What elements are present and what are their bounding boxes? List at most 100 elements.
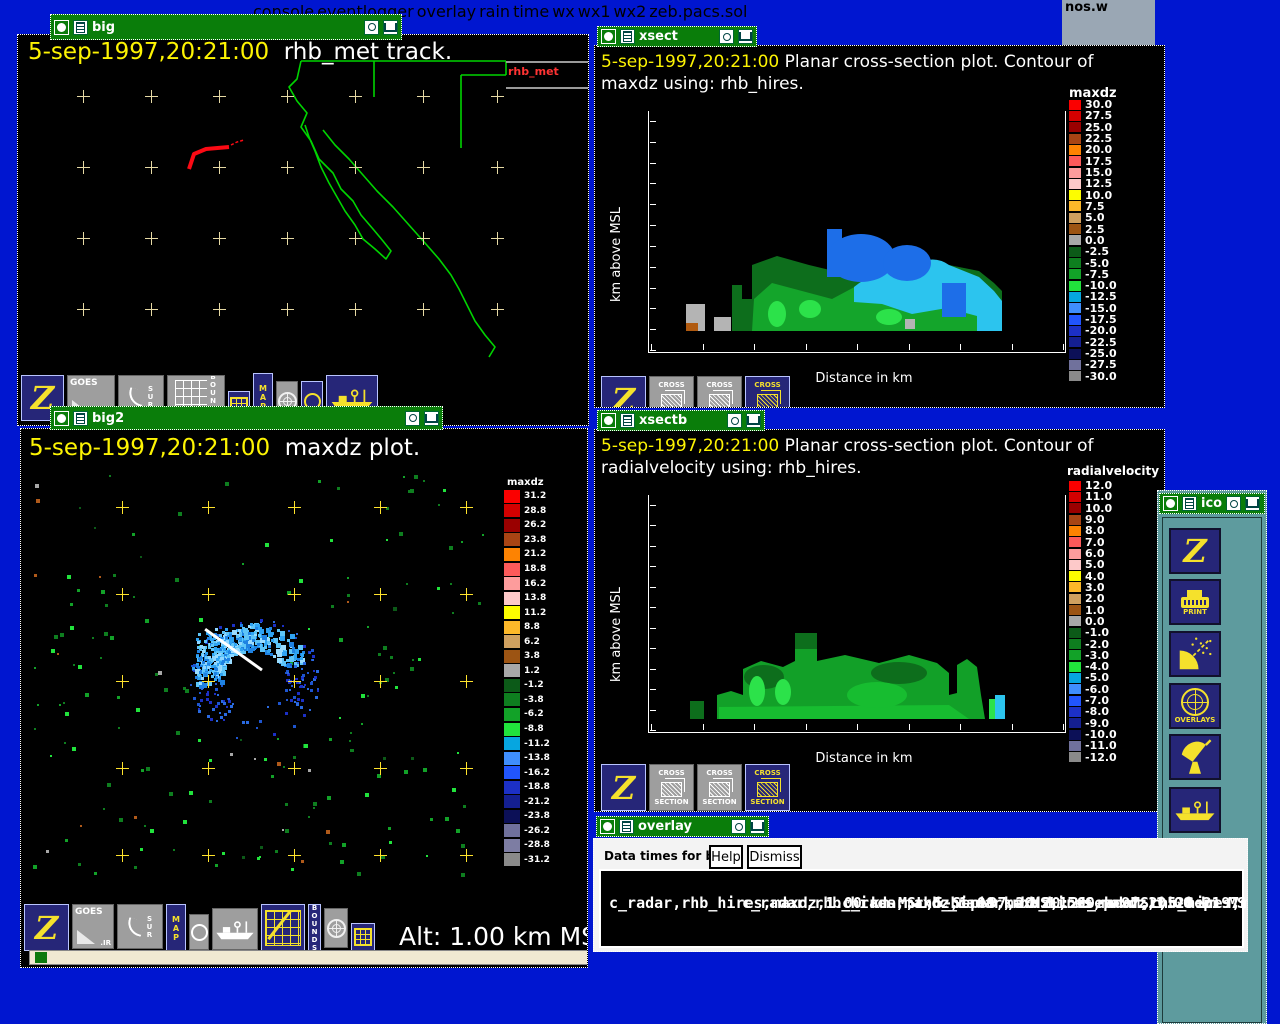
titlebar-xsectb[interactable]: xsectb: [597, 410, 765, 431]
colorbar-value: 31.2: [524, 491, 547, 502]
plot-title-line2: radialvelocity using: rhb_hires.: [601, 458, 862, 478]
cross-section-button-active[interactable]: CROSSSECTION: [745, 764, 790, 811]
iconify-button[interactable]: [1226, 496, 1242, 511]
colorbar-entry: 26.2: [504, 518, 550, 533]
taskbar-button[interactable]: wx2: [614, 2, 647, 21]
window-menu-button[interactable]: [54, 410, 69, 426]
window-title: big2: [92, 410, 125, 426]
colorbar-swatch: [1069, 627, 1081, 638]
window-menu-button[interactable]: [1163, 496, 1178, 511]
colorbar-swatch: [1069, 122, 1081, 133]
y-tick-label: [23, 760, 75, 776]
lat-axis: [26, 83, 72, 312]
overlays-button[interactable]: OVERLAYS: [1169, 683, 1221, 729]
time-scrollbar-thumb[interactable]: [35, 952, 47, 963]
colorbar-swatch: [504, 751, 520, 765]
colorbar-swatch: [1069, 291, 1081, 302]
map-button[interactable]: MAP: [166, 904, 186, 952]
table-row[interactable]: c_radar,rhb_hires,maxdz,1.00 km MSL,5-Se…: [601, 894, 1247, 913]
titlebar-big[interactable]: big: [50, 14, 402, 40]
map-label: MAP: [171, 914, 181, 942]
taskbar-button[interactable]: zeb.pacs.sol: [649, 2, 747, 21]
altitude-readout: Alt: 1.00 km MSL: [399, 922, 587, 951]
zeb-logo-icon: Z: [34, 908, 59, 947]
radar-dish-button[interactable]: [1169, 734, 1221, 780]
zeb-logo-button[interactable]: Z: [24, 904, 69, 951]
titlebar-xsect[interactable]: xsect: [597, 26, 757, 47]
cross-section-button-2[interactable]: CROSSSECTION: [697, 376, 742, 407]
titlebar-overlay[interactable]: overlay: [596, 816, 769, 837]
taskbar-button[interactable]: wx: [552, 2, 575, 21]
big2-toolbar: Z GOES .IR SUR MAP BOUNDS: [24, 904, 375, 952]
y-axis-title: km above MSL: [609, 586, 624, 682]
print-button[interactable]: PRINT: [1169, 579, 1221, 625]
help-button[interactable]: Help: [709, 845, 743, 869]
cross-section-button-active[interactable]: CROSSSECTION: [745, 376, 790, 407]
window-title: xsect: [639, 29, 678, 44]
iconify-button[interactable]: [405, 410, 420, 426]
zeb-logo-button[interactable]: Z: [601, 376, 646, 407]
colorbar-value: -8.8: [524, 724, 544, 735]
window-doc-button[interactable]: [73, 19, 88, 35]
iconify-button[interactable]: [731, 819, 746, 834]
lat-tick-label: [26, 83, 72, 99]
zoom-button[interactable]: [383, 19, 398, 35]
ship-button[interactable]: [212, 908, 258, 950]
zoom-button[interactable]: [738, 29, 753, 44]
colorbar-swatch: [504, 562, 520, 576]
window-big2: 5-sep-1997,20:21:00 maxdz plot. maxdz 31…: [20, 428, 588, 968]
zoom-button[interactable]: [424, 410, 439, 426]
iconify-button[interactable]: [727, 413, 742, 428]
window-doc-button[interactable]: [620, 29, 635, 44]
ship-button[interactable]: [1169, 787, 1221, 833]
surveillance-radar-button[interactable]: SUR: [117, 904, 163, 949]
dismiss-button[interactable]: Dismiss: [747, 845, 802, 869]
window-xsectb: 5-sep-1997,20:21:00 Planar cross-section…: [594, 429, 1165, 812]
window-menu-button[interactable]: [601, 29, 616, 44]
xsectb-plot[interactable]: [648, 495, 1066, 733]
zoom-button[interactable]: [750, 819, 765, 834]
iconify-button[interactable]: [719, 29, 734, 44]
colorbar-swatch: [1069, 503, 1081, 514]
window-menu-button[interactable]: [601, 413, 616, 428]
colorbar-value: -31.2: [524, 854, 550, 865]
colorbar-value: -3.8: [524, 694, 544, 705]
titlebar-icons[interactable]: ico: [1159, 493, 1265, 514]
taskbar-button[interactable]: overlay: [417, 2, 476, 21]
colorbar-swatch: [504, 678, 520, 692]
cross-section-button-1[interactable]: CROSSSECTION: [649, 376, 694, 407]
colorbar-entry: 21.2: [504, 547, 550, 562]
radar-echo-field[interactable]: [21, 429, 587, 967]
xsect-plot[interactable]: [648, 111, 1066, 353]
iconify-button[interactable]: [364, 19, 379, 35]
table-cell: c_radar,rhb_hires,maxdz,1.00 km MSL,5-Se…: [1078, 894, 1248, 912]
window-menu-button[interactable]: [600, 819, 615, 834]
cross-section-button-2[interactable]: CROSSSECTION: [697, 764, 742, 811]
grid-small-button[interactable]: [351, 923, 375, 951]
zeb-logo-button[interactable]: Z: [601, 764, 646, 811]
globe-button[interactable]: [324, 908, 348, 948]
titlebar-big2[interactable]: big2: [50, 406, 443, 430]
colorbar-swatch: [504, 780, 520, 794]
cross-section-button-1[interactable]: CROSSSECTION: [649, 764, 694, 811]
satellite-button[interactable]: [1169, 631, 1221, 677]
time-scrollbar[interactable]: [29, 950, 587, 965]
window-doc-button[interactable]: [1182, 496, 1197, 511]
zoom-button[interactable]: [746, 413, 761, 428]
zeb-logo-button[interactable]: Z: [1169, 528, 1221, 574]
bounds-button[interactable]: BOUNDS: [308, 904, 321, 951]
window-doc-button[interactable]: [620, 413, 635, 428]
window-doc-button[interactable]: [73, 410, 88, 426]
window-fragment-nos[interactable]: nos.w: [1062, 0, 1155, 45]
window-doc-button[interactable]: [619, 819, 634, 834]
taskbar-button[interactable]: time: [513, 2, 549, 21]
window-menu-button[interactable]: [54, 19, 69, 35]
radar-grid-button-active[interactable]: [261, 904, 305, 951]
colorbar-entry: -18.8: [504, 780, 550, 795]
goes-ir-button[interactable]: GOES .IR: [72, 904, 114, 949]
taskbar-button[interactable]: wx1: [578, 2, 611, 21]
taskbar-button[interactable]: rain: [479, 2, 510, 21]
circle-button[interactable]: [189, 914, 209, 950]
taskbar-button-label: rain: [479, 2, 511, 21]
zoom-button[interactable]: [1245, 496, 1261, 511]
